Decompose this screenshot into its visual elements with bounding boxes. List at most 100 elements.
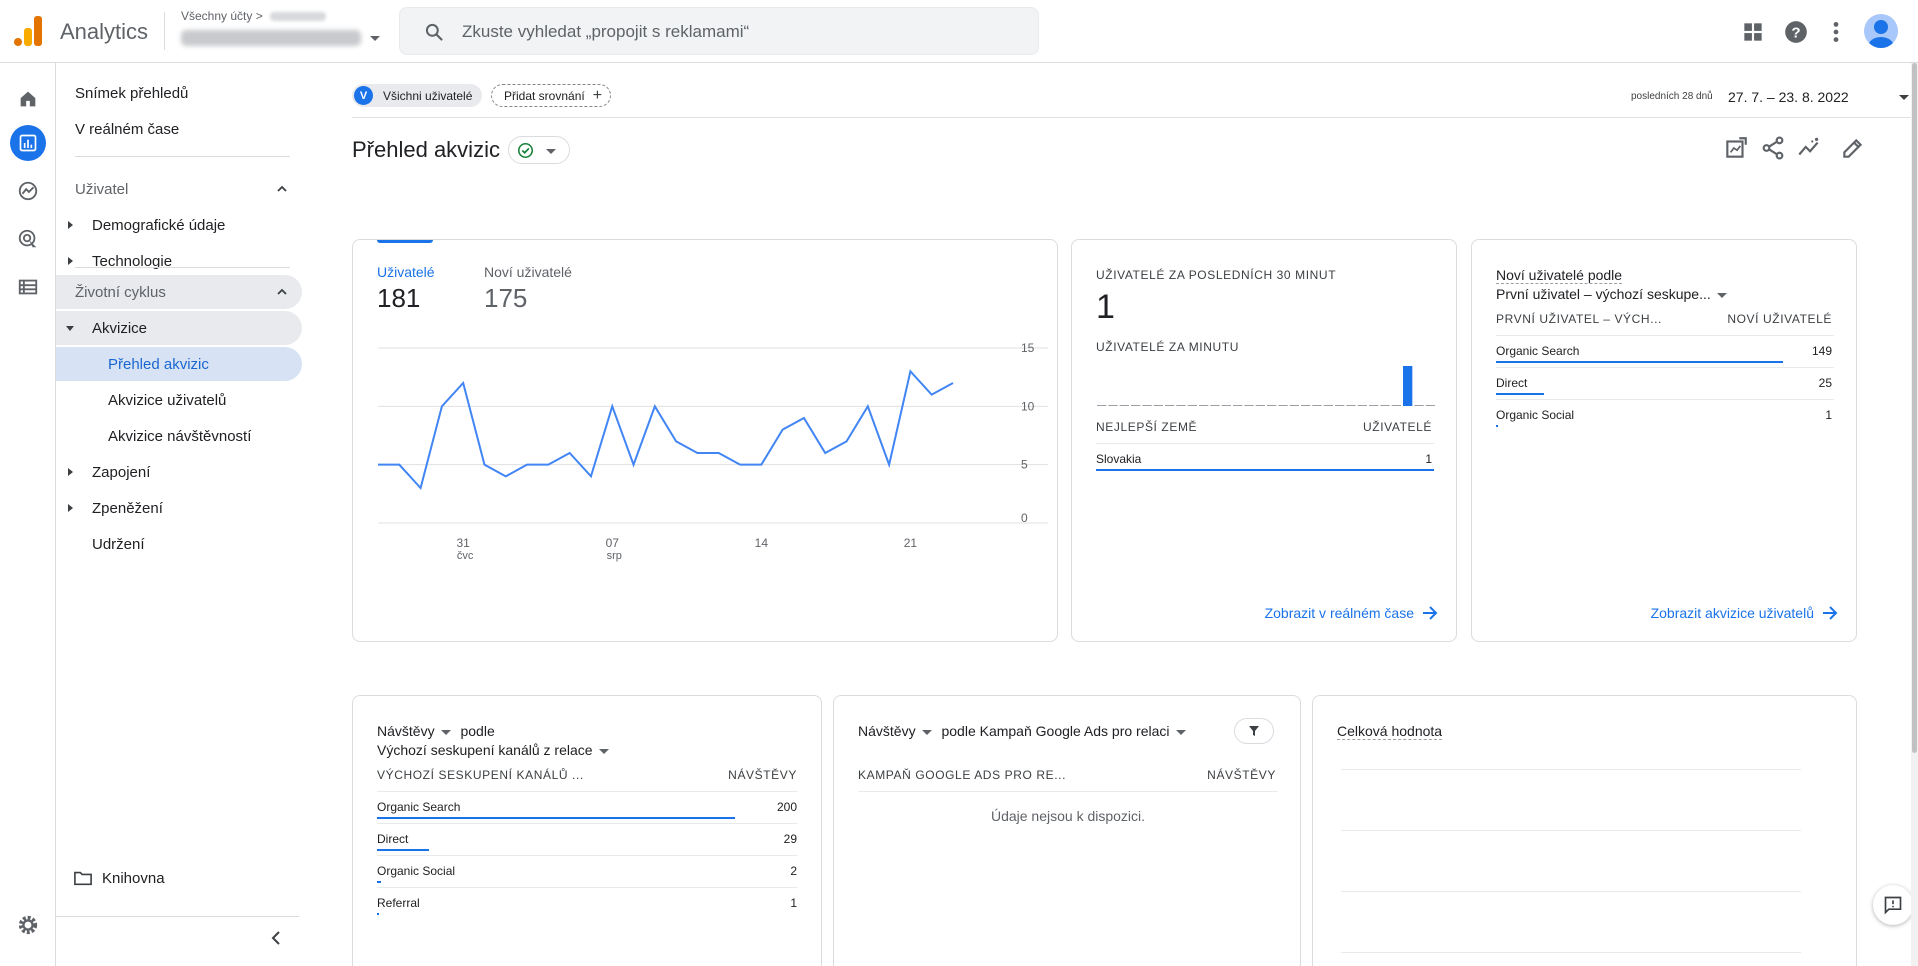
data-point[interactable] [375,462,381,468]
chevron-down-icon[interactable] [440,729,451,735]
sidebar-item-user-acquisition[interactable]: Akvizice uživatelů [56,383,302,417]
minute-bar[interactable] [1312,405,1322,406]
minute-bar[interactable] [1267,405,1277,406]
data-point[interactable] [865,403,871,409]
property-name-redacted[interactable] [181,30,361,46]
comparison-chip-all-users[interactable]: V Všichni uživatelé [352,84,483,107]
sidebar-item-demographics[interactable]: Demografické údaje [56,208,302,242]
dimension-selector[interactable]: podle Kampaň Google Ads pro relaci [941,723,1169,739]
minute-bar[interactable] [1301,405,1311,406]
metric-selector[interactable]: Návštěvy [377,723,435,739]
minute-bar[interactable] [1255,405,1265,406]
data-point[interactable] [609,403,615,409]
minute-bar[interactable] [1108,405,1118,406]
minute-bar[interactable] [1210,405,1220,406]
minute-bar[interactable] [1289,405,1299,406]
data-point[interactable] [396,462,402,468]
minute-bar[interactable] [1403,366,1413,406]
data-point[interactable] [503,473,509,479]
data-point[interactable] [886,462,892,468]
minute-bar[interactable] [1391,405,1401,406]
sidebar-section-lifecycle[interactable]: Životní cyklus [56,275,302,309]
data-point[interactable] [631,462,637,468]
minute-bar[interactable] [1357,405,1367,406]
filter-button[interactable] [1234,718,1274,744]
sidebar-item-retention[interactable]: Udržení [56,527,302,561]
data-point[interactable] [418,485,424,491]
data-point[interactable] [716,450,722,456]
more-vert-icon[interactable] [1823,19,1849,45]
sidebar-item-acquisition[interactable]: Akvizice [56,311,302,345]
sidebar-item-engagement[interactable]: Zapojení [56,455,302,489]
chevron-up-icon[interactable] [276,286,288,298]
minute-bar[interactable] [1346,405,1356,406]
minute-bar[interactable] [1187,405,1197,406]
data-point[interactable] [694,450,700,456]
rail-explore[interactable] [10,173,46,209]
chevron-down-icon[interactable] [921,729,932,735]
chevron-down-icon[interactable] [1899,95,1909,100]
sidebar-item-library[interactable]: Knihovna [56,861,302,895]
minute-bar[interactable] [1165,405,1175,406]
chevron-down-icon[interactable] [1175,729,1186,735]
insights-icon[interactable] [1796,135,1822,161]
edit-pencil-icon[interactable] [1840,135,1866,161]
dimension-dropdown[interactable]: Výchozí seskupení kanálů z relace [377,742,609,758]
minute-bar[interactable] [1221,405,1231,406]
data-point[interactable] [567,450,573,456]
data-point[interactable] [929,392,935,398]
data-point[interactable] [460,380,466,386]
data-point[interactable] [545,462,551,468]
data-point[interactable] [907,368,913,374]
search-input[interactable] [462,18,1022,46]
chevron-up-icon[interactable] [276,183,288,195]
data-point[interactable] [822,450,828,456]
data-point[interactable] [801,415,807,421]
sidebar-item-monetization[interactable]: Zpeněžení [56,491,302,525]
rail-reports[interactable] [10,125,46,161]
minute-bar[interactable] [1142,405,1152,406]
metric-selector[interactable]: Celková hodnota [1337,723,1443,740]
sidebar-item-realtime[interactable]: V reálném čase [56,112,302,146]
minute-bar[interactable] [1131,405,1141,406]
minute-bar[interactable] [1323,405,1333,406]
minute-bar[interactable] [1414,405,1424,406]
minute-bar[interactable] [1425,405,1435,406]
sidebar-section-user[interactable]: Uživatel [56,172,302,206]
data-point[interactable] [588,473,594,479]
help-icon[interactable]: ? [1783,19,1809,45]
minute-bar[interactable] [1233,405,1243,406]
rail-configure[interactable] [10,269,46,305]
apps-grid-icon[interactable] [1740,19,1766,45]
minute-bar[interactable] [1278,405,1288,406]
metric-selector[interactable]: Noví uživatelé podle [1496,267,1623,284]
data-point[interactable] [758,462,764,468]
minute-bar[interactable] [1097,405,1107,406]
data-point[interactable] [737,462,743,468]
minute-bar[interactable] [1244,405,1254,406]
report-status-dropdown[interactable] [508,136,570,164]
minute-bar[interactable] [1153,405,1163,406]
data-point[interactable] [950,380,956,386]
date-range-picker[interactable]: 27. 7. – 23. 8. 2022 [1728,89,1849,105]
minute-bar[interactable] [1380,405,1390,406]
rail-home[interactable] [10,81,46,117]
data-point[interactable] [844,438,850,444]
rail-admin[interactable] [10,907,46,943]
search-box[interactable] [399,7,1039,55]
collapse-sidebar-chevron-icon[interactable] [269,930,283,946]
data-point[interactable] [524,462,530,468]
sidebar-item-technology[interactable]: Technologie [56,244,302,278]
scrollbar-thumb[interactable] [1912,63,1917,753]
sidebar-item-snapshot[interactable]: Snímek přehledů [56,76,302,110]
avatar[interactable] [1864,14,1898,48]
data-point[interactable] [481,462,487,468]
view-user-acquisition-link[interactable]: Zobrazit akvizice uživatelů [1651,605,1838,621]
share-icon[interactable] [1760,135,1786,161]
minute-bar[interactable] [1369,405,1379,406]
feedback-button[interactable] [1873,885,1913,925]
metric-new-users-label[interactable]: Noví uživatelé [484,264,572,280]
minute-bar[interactable] [1119,405,1129,406]
add-comparison-button[interactable]: Přidat srovnání + [491,84,612,107]
metric-users-label[interactable]: Uživatelé [377,264,435,280]
